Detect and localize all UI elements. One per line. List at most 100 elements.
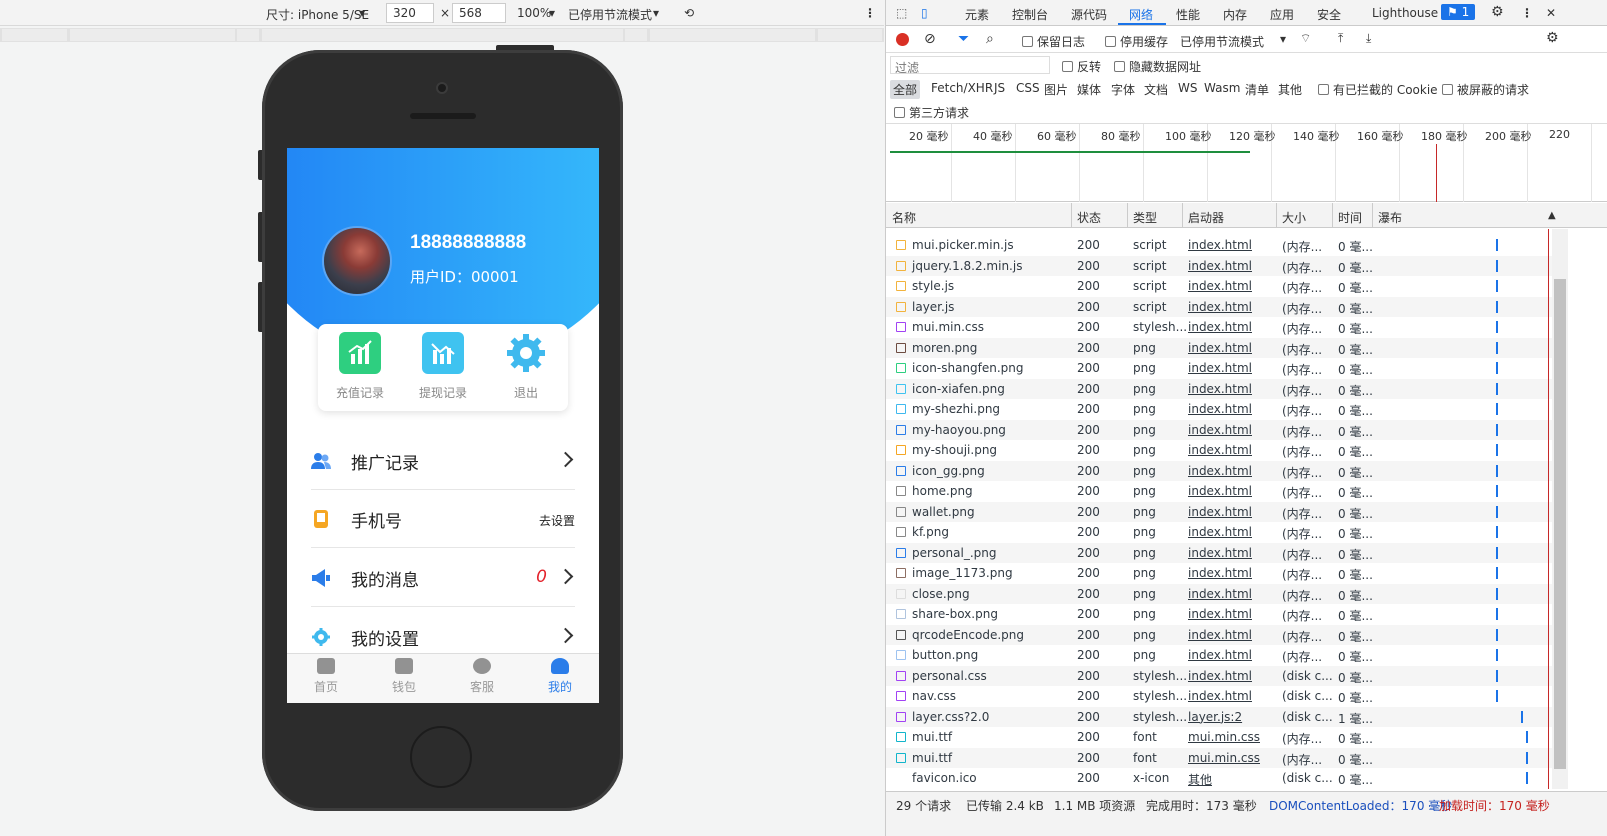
more-icon[interactable]: ⋮: [1521, 6, 1533, 20]
third-party-checkbox[interactable]: 第三方请求: [894, 104, 969, 121]
tab-wallet[interactable]: 钱包: [365, 658, 443, 695]
request-initiator[interactable]: index.html: [1188, 546, 1252, 560]
request-row[interactable]: icon-xiafen.png 200 png index.html (内存... 0 毫…: [886, 378, 1552, 399]
chevron-down-icon[interactable]: ▾: [1280, 32, 1286, 46]
avatar[interactable]: [322, 226, 392, 296]
tab-memory[interactable]: 内存: [1223, 6, 1247, 23]
col-status[interactable]: 状态: [1077, 209, 1101, 226]
tab-security[interactable]: 安全: [1317, 6, 1341, 23]
request-row[interactable]: image_1173.png 200 png index.html (内存... 0 毫.…: [886, 563, 1552, 584]
type-media[interactable]: 媒体: [1077, 81, 1101, 98]
scrollbar-thumb[interactable]: [1554, 279, 1566, 769]
rotate-icon[interactable]: ⟲: [684, 6, 694, 20]
request-initiator[interactable]: index.html: [1188, 689, 1252, 703]
chevron-down-icon[interactable]: ▾: [549, 6, 555, 20]
search-icon[interactable]: ⌕: [986, 31, 994, 47]
request-row[interactable]: my-shezhi.png 200 png index.html (内存... 0 毫..…: [886, 399, 1552, 420]
request-row[interactable]: icon-shangfen.png 200 png index.html (内存... 0…: [886, 358, 1552, 379]
request-row[interactable]: home.png 200 png index.html (内存... 0 毫...: [886, 481, 1552, 502]
type-ws[interactable]: WS: [1178, 81, 1197, 95]
request-row[interactable]: mui.picker.min.js 200 script index.html (内存.…: [886, 235, 1552, 256]
type-other[interactable]: 其他: [1278, 81, 1302, 98]
request-initiator[interactable]: index.html: [1188, 587, 1252, 601]
menu-item-promotion[interactable]: 推广记录: [311, 432, 575, 490]
request-initiator[interactable]: index.html: [1188, 382, 1252, 396]
request-row[interactable]: jquery.1.8.2.min.js 200 script index.html (内…: [886, 255, 1552, 276]
request-initiator[interactable]: index.html: [1188, 525, 1252, 539]
request-row[interactable]: my-haoyou.png 200 png index.html (内存... 0 毫..…: [886, 419, 1552, 440]
recharge-record-button[interactable]: 充值记录: [330, 332, 390, 401]
request-row[interactable]: style.js 200 script index.html (内存... 0 毫...: [886, 276, 1552, 297]
tab-lighthouse[interactable]: Lighthouse: [1372, 6, 1438, 20]
set-phone-link[interactable]: 去设置: [539, 512, 575, 529]
scrollbar[interactable]: [1552, 229, 1568, 789]
gear-icon[interactable]: ⚙: [1491, 4, 1504, 20]
request-initiator[interactable]: mui.min.css: [1188, 751, 1260, 765]
gear-icon[interactable]: ⚙: [1546, 30, 1559, 46]
request-row[interactable]: personal.css 200 stylesh... index.html (disk…: [886, 665, 1552, 686]
request-initiator[interactable]: index.html: [1188, 361, 1252, 375]
tab-mine[interactable]: 我的: [521, 658, 599, 695]
request-row[interactable]: layer.css?2.0 200 stylesh... layer.js:2 (dis…: [886, 706, 1552, 727]
request-row[interactable]: layer.js 200 script index.html (内存... 0 毫...: [886, 296, 1552, 317]
request-row[interactable]: moren.png 200 png index.html (内存... 0 毫...: [886, 337, 1552, 358]
preserve-log-checkbox[interactable]: 保留日志: [1022, 33, 1085, 50]
sort-up-icon[interactable]: ▲: [1548, 210, 1556, 221]
request-row[interactable]: close.png 200 png index.html (内存... 0 毫...: [886, 583, 1552, 604]
filter-input[interactable]: 过滤: [890, 56, 1050, 75]
request-row[interactable]: personal_.png 200 png index.html (内存... 0 毫..…: [886, 542, 1552, 563]
blocked-requests-checkbox[interactable]: 被屏蔽的请求: [1442, 81, 1529, 98]
tab-network[interactable]: 网络: [1129, 6, 1153, 23]
tab-elements[interactable]: 元素: [965, 6, 989, 23]
export-icon[interactable]: ⤓: [1366, 31, 1371, 46]
device-select[interactable]: 尺寸: iPhone 5/SE: [266, 6, 369, 23]
request-initiator[interactable]: 其他: [1188, 771, 1212, 788]
type-img[interactable]: 图片: [1044, 81, 1068, 98]
col-waterfall[interactable]: 瀑布: [1378, 209, 1402, 226]
request-row[interactable]: qrcodeEncode.png 200 png index.html (内存... 0 …: [886, 624, 1552, 645]
request-initiator[interactable]: index.html: [1188, 300, 1252, 314]
tab-sources[interactable]: 源代码: [1071, 6, 1107, 23]
chevron-down-icon[interactable]: ▾: [653, 6, 659, 20]
menu-item-phone[interactable]: 手机号 去设置: [311, 490, 575, 548]
request-row[interactable]: favicon.ico 200 x-icon 其他 (disk c... 0 毫...: [886, 768, 1552, 789]
tab-application[interactable]: 应用: [1270, 6, 1294, 23]
close-icon[interactable]: ✕: [1546, 6, 1556, 20]
disable-cache-checkbox[interactable]: 停用缓存: [1105, 33, 1168, 50]
request-row[interactable]: kf.png 200 png index.html (内存... 0 毫...: [886, 522, 1552, 543]
filter-icon[interactable]: ⏷: [958, 31, 969, 47]
request-initiator[interactable]: index.html: [1188, 320, 1252, 334]
type-doc[interactable]: 文档: [1144, 81, 1168, 98]
menu-item-messages[interactable]: 我的消息 0: [311, 549, 575, 607]
request-initiator[interactable]: index.html: [1188, 238, 1252, 252]
request-initiator[interactable]: mui.min.css: [1188, 730, 1260, 744]
request-initiator[interactable]: index.html: [1188, 341, 1252, 355]
request-initiator[interactable]: index.html: [1188, 443, 1252, 457]
tab-performance[interactable]: 性能: [1176, 6, 1200, 23]
col-type[interactable]: 类型: [1133, 209, 1157, 226]
col-time[interactable]: 时间: [1338, 209, 1362, 226]
chevron-down-icon[interactable]: ▾: [359, 6, 365, 20]
zoom-select[interactable]: 100%: [517, 6, 551, 20]
request-initiator[interactable]: index.html: [1188, 279, 1252, 293]
network-conditions-icon[interactable]: ⌔: [1300, 31, 1311, 46]
withdraw-record-button[interactable]: 提现记录: [413, 332, 473, 401]
issues-badge[interactable]: ⚑ 1: [1441, 4, 1476, 20]
throttle-select[interactable]: 已停用节流模式: [568, 6, 652, 23]
import-icon[interactable]: ⤒: [1338, 31, 1343, 46]
clear-icon[interactable]: ⊘: [924, 31, 936, 47]
request-initiator[interactable]: index.html: [1188, 648, 1252, 662]
request-row[interactable]: mui.min.css 200 stylesh... index.html (内存...…: [886, 317, 1552, 338]
request-initiator[interactable]: index.html: [1188, 402, 1252, 416]
col-size[interactable]: 大小: [1282, 209, 1306, 226]
record-icon[interactable]: [896, 33, 909, 46]
request-row[interactable]: nav.css 200 stylesh... index.html (disk c...…: [886, 686, 1552, 707]
request-initiator[interactable]: index.html: [1188, 484, 1252, 498]
request-initiator[interactable]: index.html: [1188, 259, 1252, 273]
request-row[interactable]: wallet.png 200 png index.html (内存... 0 毫...: [886, 501, 1552, 522]
request-initiator[interactable]: index.html: [1188, 628, 1252, 642]
tab-home[interactable]: 首页: [287, 658, 365, 695]
request-row[interactable]: share-box.png 200 png index.html (内存... 0 毫..…: [886, 604, 1552, 625]
hide-data-urls-checkbox[interactable]: 隐藏数据网址: [1114, 58, 1201, 75]
type-css[interactable]: CSS: [1016, 81, 1040, 95]
